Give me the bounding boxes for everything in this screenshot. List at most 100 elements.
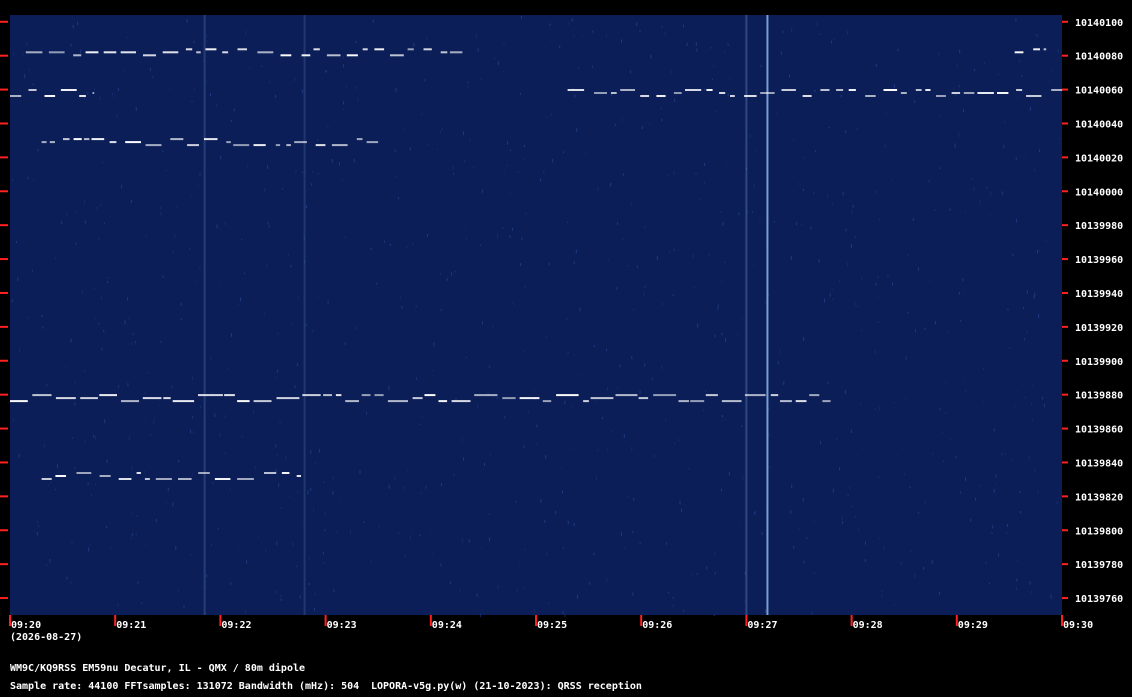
noise-speck xyxy=(172,250,174,254)
noise-speck xyxy=(792,139,794,142)
noise-speck xyxy=(595,399,597,402)
noise-speck xyxy=(1029,581,1031,585)
signal-segment xyxy=(721,400,742,403)
noise-speck xyxy=(939,408,941,411)
noise-speck xyxy=(488,513,490,515)
noise-speck xyxy=(1045,240,1047,242)
noise-speck xyxy=(802,188,804,191)
y-tick-label: 10139900 xyxy=(1075,357,1123,368)
noise-speck xyxy=(166,502,168,504)
noise-speck xyxy=(280,598,282,601)
noise-speck xyxy=(574,94,576,98)
noise-speck xyxy=(665,418,667,422)
noise-speck xyxy=(344,342,346,345)
noise-speck xyxy=(37,521,39,524)
noise-speck xyxy=(854,236,856,239)
noise-speck xyxy=(753,183,755,188)
noise-speck xyxy=(87,482,89,485)
signal-segment xyxy=(99,394,117,397)
y-tick-label: 10139920 xyxy=(1075,323,1123,334)
noise-speck xyxy=(973,187,975,192)
noise-speck xyxy=(824,298,825,303)
noise-speck xyxy=(1001,191,1003,196)
signal-segment xyxy=(28,89,37,91)
noise-speck xyxy=(297,491,299,494)
noise-speck xyxy=(118,385,120,388)
noise-speck xyxy=(342,108,344,111)
noise-speck xyxy=(49,559,51,563)
noise-speck xyxy=(425,486,427,491)
noise-speck xyxy=(46,384,48,387)
signal-segment xyxy=(145,144,162,147)
noise-speck xyxy=(77,21,78,25)
noise-speck xyxy=(979,199,981,204)
noise-speck xyxy=(960,319,962,322)
noise-speck xyxy=(219,433,221,437)
date-label: (2026-08-27) xyxy=(10,632,83,643)
x-tick-label: 09:29 xyxy=(958,620,988,631)
noise-speck xyxy=(48,484,50,486)
noise-speck xyxy=(310,488,312,492)
noise-speck xyxy=(1007,308,1009,311)
noise-speck xyxy=(759,218,761,220)
noise-speck xyxy=(135,533,137,537)
noise-speck xyxy=(856,128,858,130)
noise-speck xyxy=(878,475,880,479)
noise-speck xyxy=(415,377,417,380)
noise-speck xyxy=(323,481,325,483)
noise-speck xyxy=(887,274,889,277)
signal-segment xyxy=(55,397,76,400)
noise-speck xyxy=(514,303,516,306)
noise-speck xyxy=(205,80,207,83)
noise-speck xyxy=(983,367,985,371)
noise-speck xyxy=(975,497,977,501)
noise-speck xyxy=(699,197,701,201)
noise-speck xyxy=(950,438,952,441)
noise-speck xyxy=(717,304,719,309)
spectrogram-chart: 10140100 10140080 10140060 10140040 10140020… xyxy=(0,15,1123,631)
y-tick-label: 10139760 xyxy=(1075,594,1123,605)
signal-segment xyxy=(705,394,718,397)
noise-speck xyxy=(567,352,569,354)
noise-speck xyxy=(905,397,907,401)
noise-speck xyxy=(409,536,411,540)
noise-speck xyxy=(842,192,844,196)
noise-speck xyxy=(333,588,335,592)
noise-speck xyxy=(183,605,185,608)
noise-speck xyxy=(893,604,895,606)
noise-speck xyxy=(419,423,421,425)
noise-speck xyxy=(512,227,514,231)
noise-speck xyxy=(41,315,43,318)
noise-speck xyxy=(733,506,735,508)
noise-speck xyxy=(248,67,250,70)
noise-speck xyxy=(370,559,372,563)
noise-speck xyxy=(31,269,33,272)
noise-speck xyxy=(113,95,115,98)
noise-speck xyxy=(224,452,226,454)
noise-speck xyxy=(314,462,316,465)
noise-speck xyxy=(917,511,919,514)
noise-speck xyxy=(261,65,263,67)
signal-segment xyxy=(280,54,292,57)
noise-speck xyxy=(1037,490,1039,494)
noise-speck xyxy=(963,108,965,113)
noise-speck xyxy=(1020,511,1022,514)
noise-speck xyxy=(592,30,594,33)
noise-speck xyxy=(332,491,334,495)
signal-segment xyxy=(118,478,132,480)
noise-speck xyxy=(343,101,344,105)
noise-speck xyxy=(426,234,428,237)
noise-speck xyxy=(1024,154,1026,156)
signal-segment xyxy=(253,144,266,147)
signal-segment xyxy=(63,138,70,141)
noise-speck xyxy=(566,317,568,321)
signal-segment xyxy=(611,92,617,94)
noise-speck xyxy=(446,278,448,281)
noise-speck xyxy=(476,33,478,38)
signal-segment xyxy=(656,95,666,97)
noise-speck xyxy=(441,127,443,131)
noise-speck xyxy=(314,592,316,596)
noise-speck xyxy=(714,334,716,338)
noise-speck xyxy=(22,54,24,56)
noise-speck xyxy=(737,333,739,336)
